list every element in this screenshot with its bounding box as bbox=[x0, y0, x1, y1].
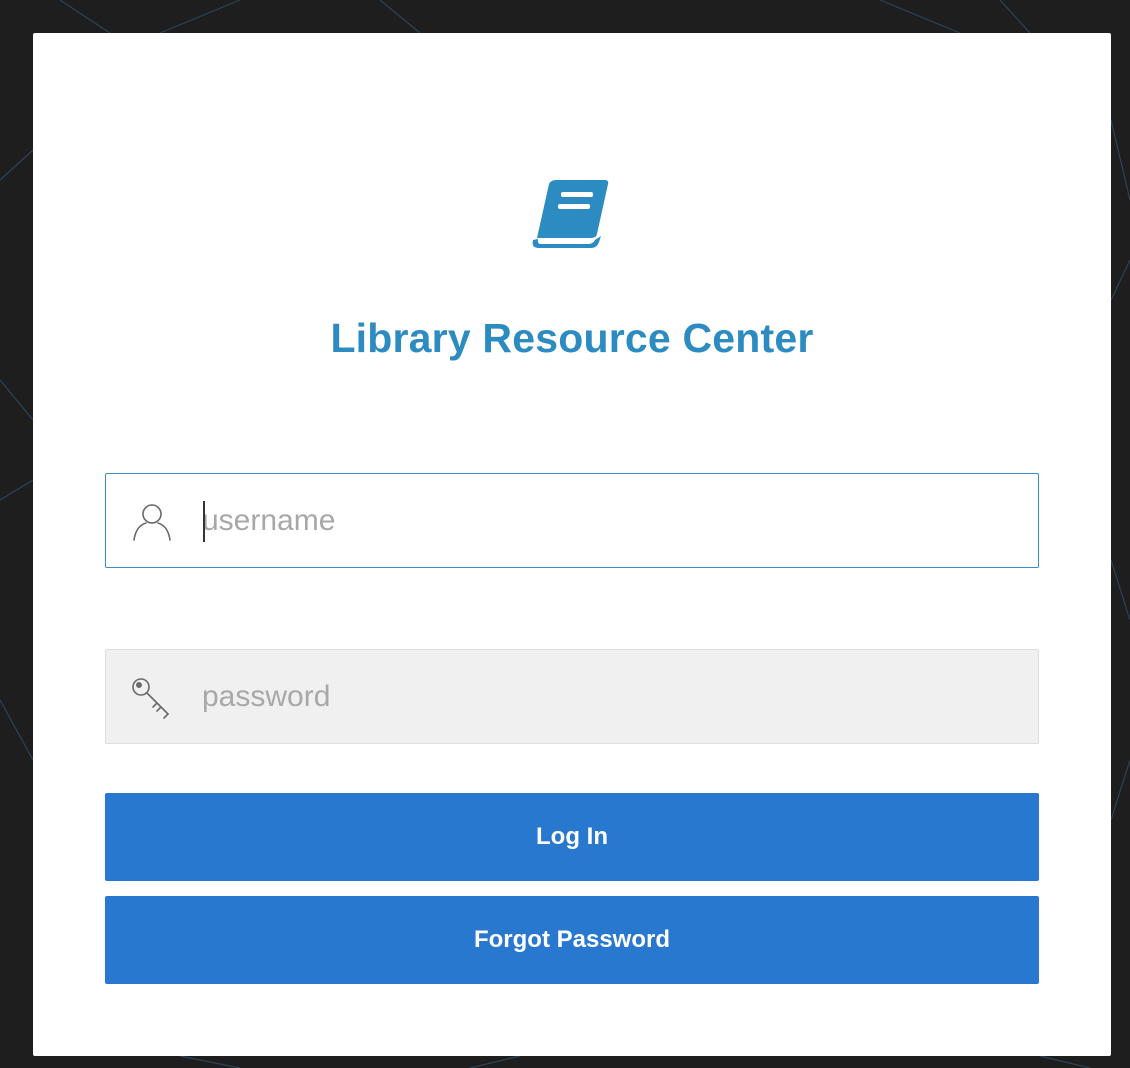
username-field[interactable] bbox=[105, 473, 1039, 568]
login-card: Library Resource Center Log In Forgo bbox=[33, 33, 1111, 1056]
app-title: Library Resource Center bbox=[330, 315, 814, 361]
key-icon bbox=[132, 678, 169, 719]
password-field[interactable] bbox=[105, 649, 1039, 744]
password-input[interactable] bbox=[202, 650, 1022, 743]
book-icon bbox=[532, 180, 609, 248]
username-input[interactable] bbox=[202, 474, 1022, 567]
user-icon bbox=[133, 504, 171, 541]
forgot-password-button[interactable]: Forgot Password bbox=[105, 896, 1039, 984]
login-button[interactable]: Log In bbox=[105, 793, 1039, 881]
text-caret bbox=[203, 501, 205, 542]
